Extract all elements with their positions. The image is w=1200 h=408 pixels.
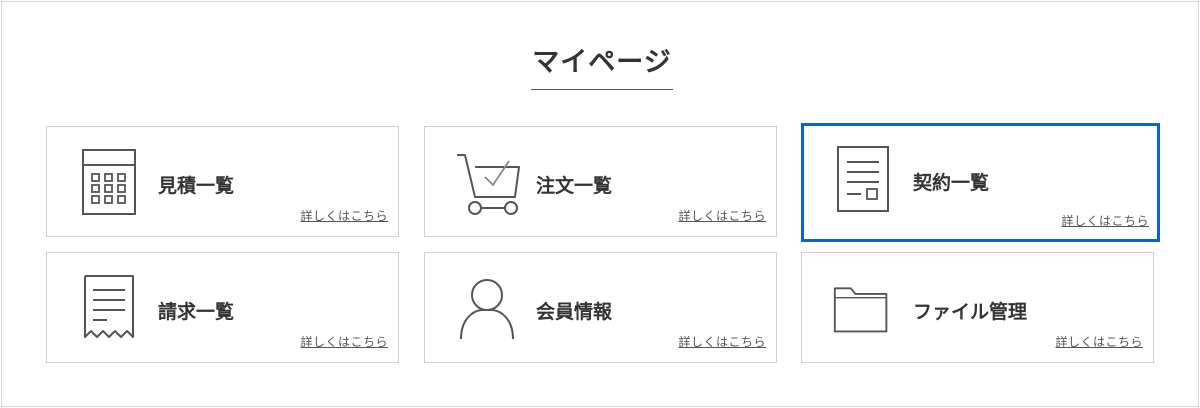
folder-icon [833,287,888,333]
receipt-icon [84,275,134,338]
card-label: 会員情報 [536,301,613,323]
details-link[interactable]: 詳しくはこちら [300,333,388,350]
mypage-panel: マイページ 見積一覧 詳しくはこちら 注文一覧 詳しくはこちら 契約一覧 詳しく… [1,1,1199,407]
card-contracts[interactable]: 契約一覧 詳しくはこちら [801,123,1160,242]
details-link[interactable]: 詳しくはこちら [678,333,766,350]
page-title: マイページ [532,47,672,78]
card-label: 見積一覧 [158,175,235,197]
details-link[interactable]: 詳しくはこちら [678,207,766,224]
details-link[interactable]: 詳しくはこちら [1055,333,1143,350]
card-member-info[interactable]: 会員情報 詳しくはこちら [424,252,777,363]
card-label: 請求一覧 [158,301,235,323]
details-link[interactable]: 詳しくはこちら [1061,212,1149,229]
card-invoices[interactable]: 請求一覧 詳しくはこちら [46,252,399,363]
card-estimates[interactable]: 見積一覧 詳しくはこちら [46,126,399,237]
card-label: 注文一覧 [536,175,613,197]
title-underline [531,89,673,90]
document-icon [837,146,889,212]
card-orders[interactable]: 注文一覧 詳しくはこちら [424,126,777,237]
card-file-management[interactable]: ファイル管理 詳しくはこちら [801,252,1154,363]
cart-icon [457,154,520,215]
details-link[interactable]: 詳しくはこちら [300,207,388,224]
card-label: ファイル管理 [913,301,1028,323]
calculator-icon [82,149,136,215]
card-label: 契約一覧 [913,172,990,194]
person-icon [460,279,514,340]
